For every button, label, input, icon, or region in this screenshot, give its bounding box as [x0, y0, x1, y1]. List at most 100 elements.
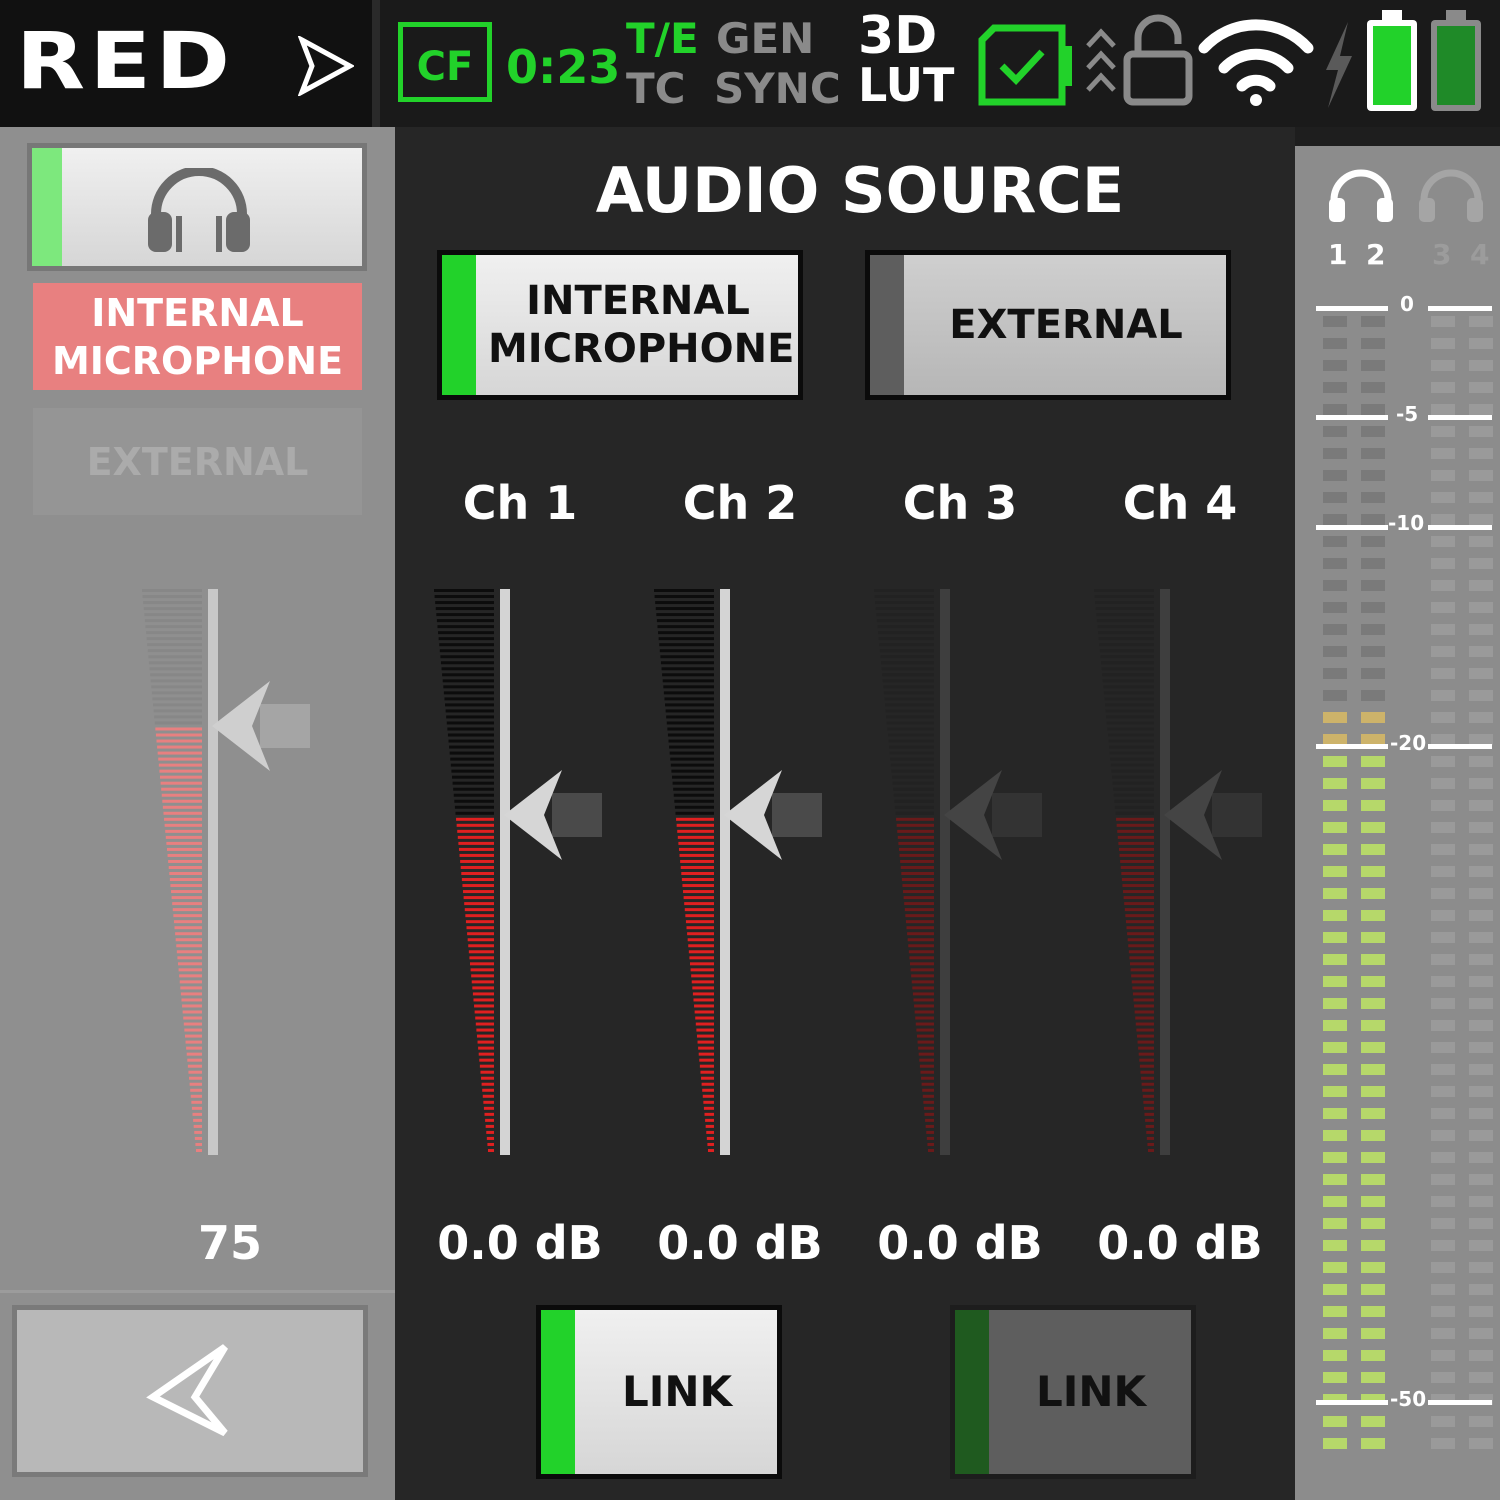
meter-segment [906, 926, 934, 930]
meter-segment [434, 595, 494, 599]
meter-scale-10: -10 [1388, 511, 1425, 535]
level-segment [1469, 492, 1493, 503]
meter-segment [706, 1136, 714, 1140]
meter-segment [475, 1016, 494, 1020]
headphone-button[interactable] [27, 143, 367, 271]
level-segment [1469, 822, 1493, 833]
meter-segment [897, 829, 934, 833]
meter-segment [143, 607, 202, 611]
meter-segment [439, 649, 494, 653]
slider-knob-tab[interactable] [260, 704, 310, 748]
meter-segment [191, 1106, 202, 1110]
meter-segment [887, 733, 934, 737]
meter-segment [1111, 769, 1154, 773]
source-external-button[interactable]: EXTERNAL [865, 250, 1231, 400]
meter-segment [926, 1136, 934, 1140]
headphone-source-external[interactable]: EXTERNAL [33, 408, 362, 515]
channel-2-gain-slider[interactable] [652, 585, 832, 1160]
channel-3-gain-slider[interactable] [872, 585, 1052, 1160]
level-segment [1431, 1130, 1455, 1141]
page-title: AUDIO SOURCE [595, 153, 1125, 227]
meter-segment [672, 775, 714, 779]
level-segment [1361, 1020, 1385, 1031]
level-segment [1469, 360, 1493, 371]
media-status[interactable]: CF [398, 22, 492, 102]
meter-segment [701, 1082, 714, 1086]
level-segment [1361, 558, 1385, 569]
level-segment [1323, 932, 1347, 943]
meter-segment [923, 1100, 934, 1104]
meter-scale-5: -5 [1396, 402, 1419, 426]
level-segment [1469, 1328, 1493, 1339]
wifi-icon [1198, 19, 1314, 106]
meter-segment [669, 745, 714, 749]
meter-segment [893, 793, 934, 797]
meter-segment [1107, 733, 1154, 737]
link-ch3-ch4-button[interactable]: LINK [950, 1305, 1196, 1479]
meter-segment [176, 950, 202, 954]
meter-segment [472, 986, 494, 990]
level-segment [1469, 756, 1493, 767]
channel-4-gain-slider[interactable] [1092, 585, 1272, 1160]
level-segment [1469, 404, 1493, 415]
meter-segment [460, 865, 494, 869]
meter-segment [902, 884, 934, 888]
meter-segment [436, 619, 494, 623]
meter-segment [457, 835, 494, 839]
meter-segment [187, 1064, 202, 1068]
level-segment [1469, 316, 1493, 327]
meter-segment [183, 1022, 202, 1026]
meter-segment [901, 878, 934, 882]
meter-segment [1127, 938, 1154, 942]
meter-segment [161, 793, 202, 797]
level-segment [1469, 1284, 1493, 1295]
source-internal-mic-button[interactable]: INTERNAL MICROPHONE [437, 250, 803, 400]
level-segment [1361, 1328, 1385, 1339]
headphone-source-selected[interactable]: INTERNAL MICROPHONE [33, 283, 362, 390]
meter-segment [473, 998, 494, 1002]
meter-segment [459, 853, 494, 857]
level-segment [1469, 1108, 1493, 1119]
level-segment [1431, 1328, 1455, 1339]
slider-knob-tab[interactable] [552, 793, 602, 837]
meter-segment [1123, 896, 1154, 900]
meter-segment [1143, 1100, 1154, 1104]
level-segment [1323, 404, 1347, 415]
meter-segment [891, 769, 934, 773]
level-segment [1361, 1152, 1385, 1163]
level-segment [1431, 360, 1455, 371]
meter-segment [190, 1094, 202, 1098]
meter-segment [476, 1034, 494, 1038]
channel-1-gain-slider[interactable] [432, 585, 612, 1160]
meter-segment [1098, 631, 1154, 635]
level-segment [1323, 822, 1347, 833]
meter-segment [450, 763, 494, 767]
level-segment [1361, 888, 1385, 899]
meter-segment [896, 817, 934, 821]
slider-knob-tab[interactable] [772, 793, 822, 837]
level-segment [1431, 536, 1455, 547]
meter-segment [1137, 1040, 1154, 1044]
meter-segment [1145, 1118, 1154, 1122]
meter-segment [682, 884, 714, 888]
meter-segment [916, 1028, 934, 1032]
meter-segment [165, 829, 202, 833]
lut-top: 3D [858, 6, 938, 66]
meter-segment [188, 1070, 202, 1074]
slider-knob-tab[interactable] [992, 793, 1042, 837]
link-ch1-ch2-button[interactable]: LINK [536, 1305, 782, 1479]
meter-segment [468, 950, 494, 954]
meter-segment [434, 589, 494, 592]
meter-segment [455, 811, 494, 815]
meter-segment [1143, 1106, 1154, 1110]
headphone-volume-slider[interactable] [140, 585, 320, 1160]
meter-segment [171, 896, 202, 900]
level-segment [1469, 646, 1493, 657]
level-segment [1469, 910, 1493, 921]
back-button[interactable] [12, 1305, 368, 1477]
meter-segment [654, 589, 714, 592]
meter-segment [456, 817, 494, 821]
slider-knob-tab[interactable] [1212, 793, 1262, 837]
meter-segment [482, 1094, 494, 1098]
meter-segment [671, 769, 714, 773]
